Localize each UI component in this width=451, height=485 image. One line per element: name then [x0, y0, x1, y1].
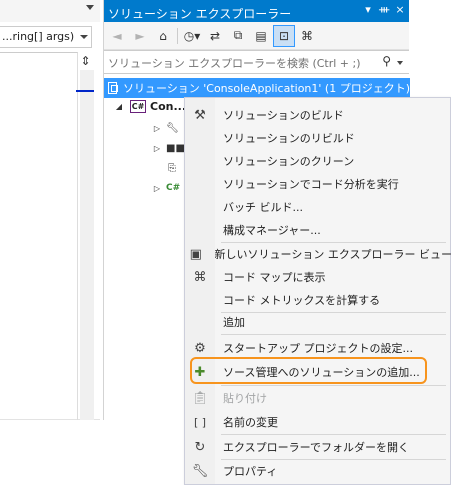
menu-item-label: ソリューションのクリーン	[223, 155, 355, 168]
split-window-icon[interactable]: ⇕	[79, 54, 92, 68]
menu-item-new-explorer-view[interactable]: ▣ 新しいソリューション エクスプローラー ビュー	[185, 243, 451, 265]
menu-separator	[221, 385, 446, 386]
collapsed-triangle-icon[interactable]: ▷	[152, 124, 162, 133]
code-editor-pane: ...ring[] args) ⇕	[0, 0, 100, 420]
menu-item-label: 名前の変更	[223, 416, 278, 429]
menu-item-code-analysis[interactable]: ソリューションでコード分析を実行	[185, 173, 451, 195]
open-folder-icon: ↻	[194, 439, 206, 455]
back-icon[interactable]: ◄	[106, 25, 128, 47]
solution-explorer-toolbar: ◄ ► ⌂ ◷▾ ⇄ ⧉ ▤ ⊡ ⌘	[104, 22, 409, 50]
search-box[interactable]: ソリューション エクスプローラーを検索 (Ctrl + ;) ⚲	[104, 50, 409, 74]
references-icon: ■■	[166, 142, 185, 154]
vertical-scrollbar[interactable]	[80, 70, 94, 420]
tree-node-program[interactable]: ▷ C#	[152, 178, 180, 198]
chevron-down-icon	[80, 35, 88, 39]
collapse-all-icon[interactable]: ⧉	[227, 25, 249, 47]
collapsed-triangle-icon[interactable]: ▷	[152, 184, 162, 193]
code-area[interactable]	[0, 52, 78, 420]
tree-node-project[interactable]: ◢ C# Con...	[114, 96, 186, 116]
menu-item-label: コード マップに表示	[223, 271, 326, 284]
toolbar-separator	[177, 27, 178, 44]
project-label: Con...	[150, 99, 186, 113]
code-map-icon: ⌘	[193, 269, 207, 285]
menu-item-configuration-manager[interactable]: 構成マネージャー...	[185, 219, 451, 241]
config-file-icon: ⎘	[168, 162, 176, 174]
show-all-files-icon[interactable]: ▤	[250, 25, 272, 47]
expanded-triangle-icon[interactable]: ◢	[114, 102, 124, 111]
panel-title-bar: ソリューション エクスプローラー ▾ ᚒ ×	[104, 0, 409, 22]
window-position-icon[interactable]: ▾	[363, 3, 373, 16]
tree-node-references[interactable]: ▷ ■■	[152, 138, 185, 158]
menu-item-clean-solution[interactable]: ソリューションのクリーン	[185, 150, 451, 172]
menu-item-show-code-map[interactable]: ⌘ コード マップに表示	[185, 266, 451, 288]
menu-item-paste[interactable]: 📋︎ 貼り付け	[185, 387, 451, 409]
tree-node-properties[interactable]: ▷ 🔧︎	[152, 118, 180, 138]
wrench-icon: 🔧︎	[166, 122, 179, 134]
collapsed-triangle-icon[interactable]: ▷	[152, 144, 162, 153]
menu-item-set-startup-projects[interactable]: ⚙ スタートアップ プロジェクトの設定...	[185, 337, 451, 359]
menu-item-label: 貼り付け	[223, 392, 267, 405]
menu-item-rebuild-solution[interactable]: ソリューションのリビルド	[185, 127, 451, 149]
csharp-project-icon: C#	[130, 99, 146, 113]
menu-item-label: エクスプローラーでフォルダーを開く	[223, 441, 410, 454]
menu-item-label: ソリューションのリビルド	[223, 132, 355, 145]
search-options-icon[interactable]	[397, 61, 403, 65]
tree-node-solution[interactable]: ソリューション 'ConsoleApplication1' (1 プロジェクト)	[104, 78, 410, 98]
close-icon[interactable]: ×	[395, 3, 405, 16]
menu-item-label: ソリューションでコード分析を実行	[223, 178, 399, 191]
highlight-outline	[190, 357, 427, 384]
menu-item-batch-build[interactable]: バッチ ビルド...	[185, 196, 451, 218]
sync-icon[interactable]: ⇄	[204, 25, 226, 47]
code-map-icon[interactable]: ⌘	[296, 25, 318, 47]
menu-item-label: コード メトリックスを計算する	[223, 294, 381, 307]
tree-node-config[interactable]: ⎘	[164, 158, 182, 178]
member-dropdown[interactable]: ...ring[] args)	[0, 26, 92, 48]
context-menu: ⚒ ソリューションのビルド ソリューションのリビルド ソリューションのクリーン …	[184, 97, 451, 485]
menu-item-rename[interactable]: [ ] 名前の変更	[185, 411, 451, 433]
solution-label: ソリューション 'ConsoleApplication1' (1 プロジェクト)	[122, 82, 410, 95]
search-icon[interactable]: ⚲	[382, 54, 391, 68]
forward-icon[interactable]: ►	[129, 25, 151, 47]
gear-icon: ⚙	[194, 340, 206, 356]
menu-item-label: ソリューションのビルド	[223, 109, 344, 122]
rename-icon: [ ]	[193, 415, 207, 429]
history-icon[interactable]: ◷▾	[181, 25, 203, 47]
pin-icon[interactable]: ᚒ	[379, 3, 389, 16]
menu-item-label: スタートアップ プロジェクトの設定...	[223, 342, 413, 355]
search-placeholder: ソリューション エクスプローラーを検索 (Ctrl + ;)	[108, 57, 361, 70]
menu-item-label: バッチ ビルド...	[223, 201, 303, 214]
menu-item-code-metrics[interactable]: コード メトリックスを計算する	[185, 289, 451, 311]
solution-icon	[107, 82, 119, 94]
menu-item-label: プロパティ	[223, 465, 278, 478]
menu-item-open-in-explorer[interactable]: ↻ エクスプローラーでフォルダーを開く	[185, 436, 451, 458]
properties-view-icon[interactable]: ⊡	[273, 24, 295, 47]
home-icon[interactable]: ⌂	[152, 25, 174, 47]
csharp-file-icon: C#	[166, 183, 181, 193]
panel-title: ソリューション エクスプローラー	[108, 7, 292, 21]
menu-separator	[221, 334, 446, 335]
menu-item-add[interactable]: 追加	[185, 311, 451, 333]
build-icon: ⚒	[194, 107, 206, 123]
menu-item-label: 構成マネージャー...	[223, 224, 321, 237]
menu-item-build-solution[interactable]: ⚒ ソリューションのビルド	[185, 104, 451, 126]
new-view-icon: ▣	[189, 246, 202, 262]
menu-item-label: 追加	[223, 316, 245, 329]
scroll-marker	[76, 90, 94, 92]
editor-tab-strip	[0, 0, 100, 22]
menu-item-properties[interactable]: 🔧︎ プロパティ	[185, 460, 451, 482]
wrench-icon: 🔧︎	[191, 463, 209, 479]
menu-item-label: 新しいソリューション エクスプローラー ビュー	[214, 248, 451, 261]
tab-dropdown-icon[interactable]	[86, 5, 94, 10]
member-dropdown-text: ...ring[] args)	[2, 30, 75, 43]
paste-icon: 📋︎	[191, 390, 209, 406]
menu-separator	[221, 434, 446, 435]
